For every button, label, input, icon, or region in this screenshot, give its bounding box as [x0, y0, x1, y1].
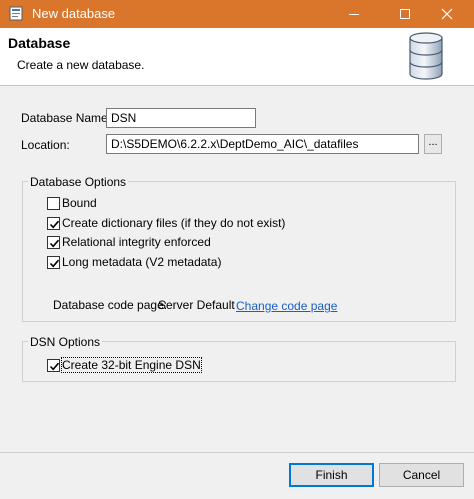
relational-integrity-label: Relational integrity enforced — [62, 235, 211, 249]
long-metadata-checkbox[interactable] — [47, 256, 60, 269]
banner-title: Database — [8, 35, 71, 51]
database-options-legend: Database Options — [28, 175, 129, 189]
database-icon — [409, 32, 443, 80]
create-dsn-label: Create 32-bit Engine DSN — [61, 357, 202, 373]
maximize-icon — [400, 9, 410, 19]
checkmark-icon — [49, 220, 60, 229]
app-icon — [9, 6, 23, 21]
bound-checkbox[interactable] — [47, 197, 60, 210]
dsn-options-legend: DSN Options — [28, 335, 103, 349]
create-dictionary-checkbox[interactable] — [47, 217, 60, 230]
location-input[interactable] — [106, 134, 419, 154]
title-bar: New database — [0, 0, 474, 28]
database-name-input[interactable] — [106, 108, 256, 128]
change-code-page-link[interactable]: Change code page — [236, 299, 337, 313]
banner-description: Create a new database. — [17, 58, 145, 72]
footer-divider — [0, 452, 474, 453]
wizard-banner: Database Create a new database. — [0, 28, 474, 86]
window-title: New database — [32, 6, 116, 21]
cancel-button[interactable]: Cancel — [379, 463, 464, 487]
create-dictionary-label: Create dictionary files (if they do not … — [62, 216, 286, 230]
bound-label: Bound — [62, 196, 97, 210]
browse-button[interactable]: ... — [424, 134, 442, 154]
minimize-button[interactable] — [334, 0, 380, 28]
close-icon — [441, 8, 453, 20]
close-button[interactable] — [427, 0, 473, 28]
long-metadata-label: Long metadata (V2 metadata) — [62, 255, 222, 269]
code-page-value: Server Default — [158, 298, 235, 312]
checkmark-icon — [49, 362, 60, 371]
create-dsn-checkbox[interactable] — [47, 359, 60, 372]
location-label: Location: — [21, 138, 70, 152]
relational-integrity-checkbox[interactable] — [47, 236, 60, 249]
maximize-button[interactable] — [385, 0, 431, 28]
code-page-label: Database code page: — [53, 298, 168, 312]
checkmark-icon — [49, 239, 60, 248]
database-name-label: Database Name: — [21, 111, 112, 125]
checkmark-icon — [49, 259, 60, 268]
finish-button[interactable]: Finish — [289, 463, 374, 487]
minimize-icon — [349, 14, 359, 15]
